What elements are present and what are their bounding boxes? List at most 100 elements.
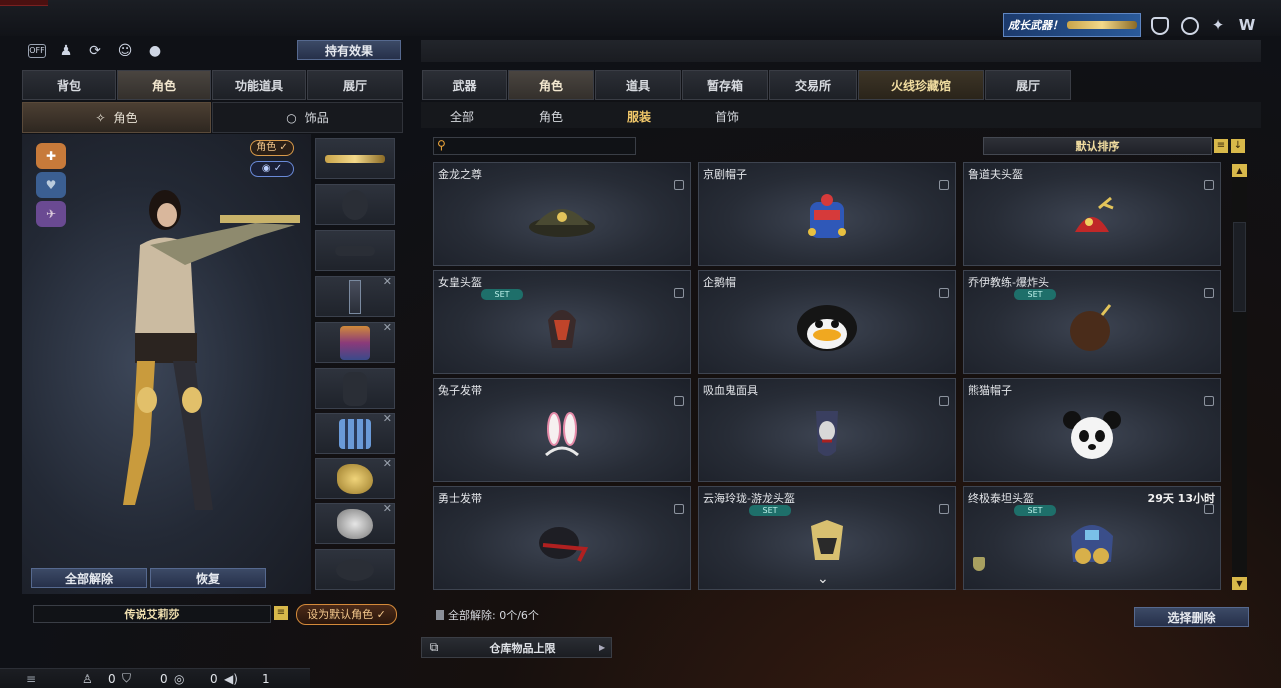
item-card-afro-hair[interactable]: 乔伊教练-爆炸头 SET: [963, 270, 1221, 374]
tab-showroom[interactable]: 展厅: [307, 70, 403, 100]
item-card-vampire-mask[interactable]: 吸血鬼面具: [698, 378, 956, 482]
item-card-bunny-headband[interactable]: 兔子发带: [433, 378, 691, 482]
list-view-icon[interactable]: ≡: [1214, 139, 1228, 153]
status-bar: ≡ ♙ 0 ⛉ 0 ◎ 0 ◀) 1: [0, 668, 310, 688]
backpack-icon: [340, 325, 370, 360]
item-name: 金龙之尊: [438, 168, 482, 181]
lock-icon[interactable]: [939, 180, 949, 190]
subtab-role[interactable]: 角色: [539, 108, 563, 125]
off-toggle-icon[interactable]: OFF: [28, 44, 46, 58]
remove-icon[interactable]: ✕: [383, 321, 392, 334]
search-box[interactable]: ⚲: [433, 137, 636, 155]
female-role-icon[interactable]: ♥: [36, 172, 66, 198]
subtab-clothing[interactable]: 服装: [627, 108, 651, 125]
penguin-icon[interactable]: ●: [146, 42, 164, 60]
item-card-empress-helmet[interactable]: 女皇头盔 SET: [433, 270, 691, 374]
character-name-field[interactable]: 传说艾莉莎: [33, 605, 271, 623]
slot-backpack[interactable]: ✕: [315, 321, 395, 363]
slot-armor[interactable]: ✕: [315, 412, 395, 454]
chevron-down-icon[interactable]: ⌄: [817, 571, 829, 587]
bookmark-icon: [436, 610, 444, 620]
globe-icon[interactable]: [1181, 17, 1199, 35]
set-badge: SET: [749, 505, 791, 516]
tab-props[interactable]: 道具: [595, 70, 681, 100]
item-card-titan-helmet[interactable]: 终极泰坦头盔 29天 13小时 SET: [963, 486, 1221, 590]
select-remove-button[interactable]: 选择删除: [1134, 607, 1249, 627]
wrench-icon[interactable]: ✦: [1209, 16, 1227, 34]
tab-exchange[interactable]: 交易所: [769, 70, 857, 100]
tab-character[interactable]: 角色: [117, 70, 211, 100]
shield-status-icon[interactable]: ⛉: [122, 671, 142, 686]
unequip-all-button[interactable]: 全部解除: [31, 568, 147, 588]
search-input[interactable]: [452, 139, 632, 153]
friends-icon[interactable]: ♙: [82, 672, 102, 686]
item-card-rudolph-helmet[interactable]: 鲁道夫头盔: [963, 162, 1221, 266]
remove-icon[interactable]: ✕: [383, 412, 392, 425]
lock-icon[interactable]: [1204, 396, 1214, 406]
lock-icon[interactable]: [1204, 504, 1214, 514]
slot-backpack-small[interactable]: ✕: [315, 275, 395, 317]
item-card-peking-opera-hat[interactable]: 京剧帽子: [698, 162, 956, 266]
tab-exhibition[interactable]: 展厅: [985, 70, 1071, 100]
item-card-golden-dragon-cap[interactable]: 金龙之尊: [433, 162, 691, 266]
item-card-penguin-hat[interactable]: 企鹅帽: [698, 270, 956, 374]
subtab-accessory[interactable]: ○ 饰品: [212, 102, 403, 133]
male-role-icon[interactable]: ✚: [36, 143, 66, 169]
subtab-jewelry[interactable]: 首饰: [715, 108, 739, 125]
scroll-up-icon[interactable]: ▲: [1232, 164, 1247, 177]
warehouse-limit-bar[interactable]: ⧉ 仓库物品上限 ▶: [421, 637, 612, 658]
role-badge[interactable]: 角色 ✓: [250, 140, 294, 156]
slot-golden-dragon[interactable]: ✕: [315, 457, 395, 499]
lock-icon[interactable]: [1204, 288, 1214, 298]
tab-function-items[interactable]: 功能道具: [212, 70, 306, 100]
set-default-character-button[interactable]: 设为默认角色 ✓: [296, 604, 397, 625]
speaker-icon[interactable]: ◀): [224, 672, 244, 686]
visibility-badge[interactable]: ◉ ✓: [250, 161, 294, 177]
person-icon[interactable]: ☺: [116, 42, 134, 60]
slot-glasses[interactable]: [315, 230, 395, 271]
tab-storage[interactable]: 暂存箱: [682, 70, 768, 100]
slot-body[interactable]: [315, 368, 395, 409]
restore-button[interactable]: 恢复: [150, 568, 266, 588]
lock-icon[interactable]: [674, 180, 684, 190]
tab-backpack[interactable]: 背包: [22, 70, 116, 100]
tab-crossfire-collection[interactable]: 火线珍藏馆: [858, 70, 984, 100]
users-icon[interactable]: ♟: [57, 42, 75, 60]
remove-icon[interactable]: ✕: [383, 502, 392, 515]
item-card-dragon-helmet[interactable]: 云海玲珑-游龙头盔 SET ⌄: [698, 486, 956, 590]
lock-icon[interactable]: [674, 288, 684, 298]
lock-icon[interactable]: [674, 396, 684, 406]
wing-role-icon[interactable]: ✈: [36, 201, 66, 227]
slot-silver-dragon[interactable]: ✕: [315, 502, 395, 544]
slot-head[interactable]: [315, 184, 395, 225]
refresh-icon[interactable]: ⟳: [86, 42, 104, 60]
chat-icon[interactable]: ◎: [174, 672, 194, 686]
growth-weapon-banner[interactable]: 成长武器！: [1003, 13, 1141, 37]
top-left-tab[interactable]: [0, 0, 48, 6]
shield-icon[interactable]: [1151, 17, 1169, 35]
lock-icon[interactable]: [674, 504, 684, 514]
remove-icon[interactable]: ✕: [383, 275, 392, 288]
w-logo-icon[interactable]: W: [1237, 16, 1257, 34]
scrollbar[interactable]: ▲ ▼: [1232, 164, 1247, 590]
lock-icon[interactable]: [939, 288, 949, 298]
sort-dropdown[interactable]: 默认排序: [983, 137, 1212, 155]
scroll-down-icon[interactable]: ▼: [1232, 577, 1247, 590]
scroll-thumb[interactable]: [1233, 222, 1246, 312]
item-card-warrior-headband[interactable]: 勇士发带: [433, 486, 691, 590]
slot-mouth[interactable]: [315, 549, 395, 590]
subtab-character[interactable]: ✧ 角色: [22, 102, 211, 133]
item-card-panda-hat[interactable]: 熊猫帽子: [963, 378, 1221, 482]
tab-role[interactable]: 角色: [508, 70, 594, 100]
tab-weapons[interactable]: 武器: [422, 70, 507, 100]
slot-weapon[interactable]: [315, 138, 395, 179]
menu-icon[interactable]: ≡: [0, 672, 46, 686]
subtab-all[interactable]: 全部: [450, 108, 474, 125]
lock-icon[interactable]: [939, 504, 949, 514]
effect-button[interactable]: 持有效果: [297, 40, 401, 60]
list-menu-icon[interactable]: ≡: [274, 606, 288, 620]
sort-arrow-icon[interactable]: ↓: [1231, 139, 1245, 153]
remove-icon[interactable]: ✕: [383, 457, 392, 470]
lock-icon[interactable]: [939, 396, 949, 406]
lock-icon[interactable]: [1204, 180, 1214, 190]
